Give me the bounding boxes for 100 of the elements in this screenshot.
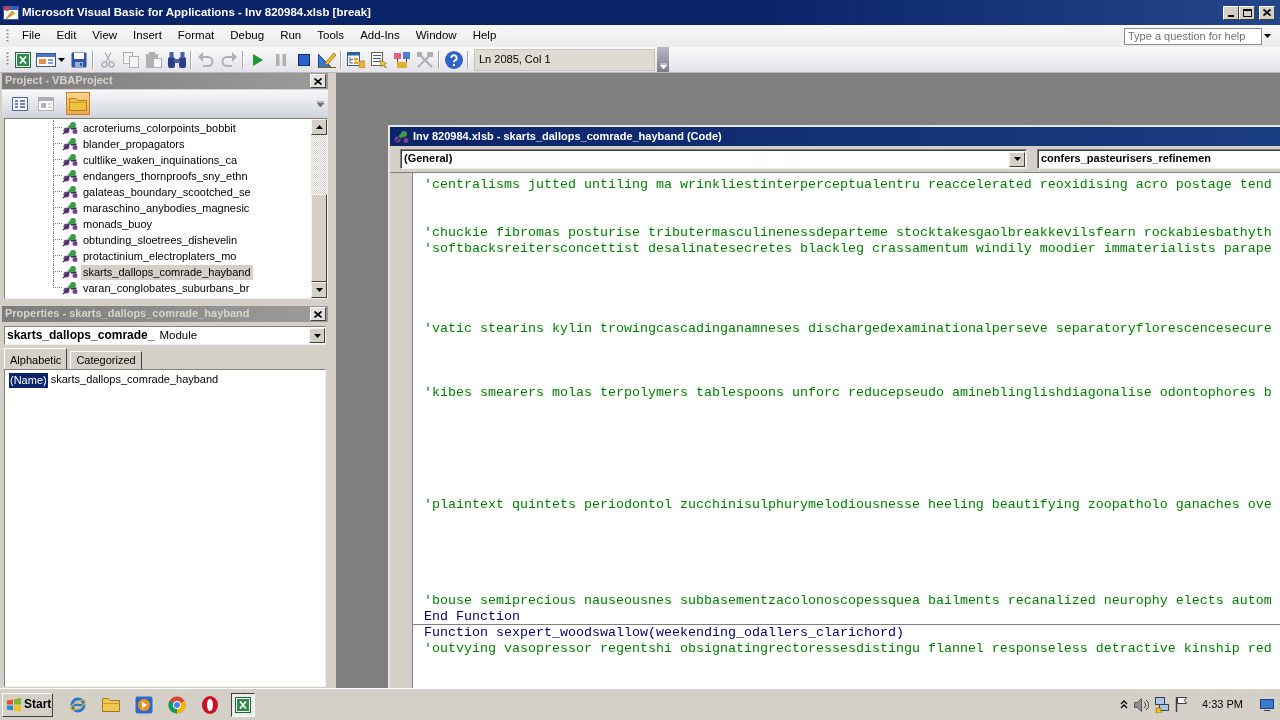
menu-item[interactable]: Insert: [125, 28, 170, 44]
comment-line: 'softbacksreitersconcettist desalinatesecretes blackleg crassamentum windily moodier immaterialists parape: [424, 241, 1272, 257]
comment-line: 'chuckie fibromas posturise tributermasculinenessdeparteme stocktakesgaolbreakkevilsfearn rockabiesbathyth: [424, 225, 1272, 241]
window-title: Microsoft Visual Basic for Applications - Inv 820984.xlsb [break]: [22, 5, 371, 20]
scrollbar-thumb[interactable]: [311, 194, 327, 282]
show-desktop-button[interactable]: [1259, 696, 1275, 713]
folder-icon: [69, 96, 87, 111]
tree-item[interactable]: endangers_thornproofs_sny_ethn: [81, 168, 250, 184]
menu-item[interactable]: Add-Ins: [352, 28, 408, 44]
dropdown-button[interactable]: [1009, 151, 1025, 167]
tree-item[interactable]: acroteriums_colorpoints_bobbit: [81, 120, 238, 136]
property-name[interactable]: (Name): [9, 372, 48, 388]
caret-icon: [1263, 34, 1271, 38]
wheel-logo-icon: [168, 695, 186, 714]
browser-icon: [69, 695, 87, 714]
scissors-icon: [99, 51, 116, 68]
menu-item[interactable]: View: [84, 28, 126, 44]
close-icon: [314, 310, 322, 318]
procedure-dropdown[interactable]: confers_pasteurisers_refinemen: [1037, 149, 1280, 169]
tree-item[interactable]: galateas_boundary_scootched_se: [81, 184, 253, 200]
play-icon: [252, 53, 263, 66]
tree-item[interactable]: blander_propagators: [81, 136, 187, 152]
module-icon: [393, 129, 410, 144]
scrollbar[interactable]: [311, 119, 327, 298]
toolbar-options-button[interactable]: [657, 47, 669, 72]
pause-icon: [275, 53, 286, 66]
tree-item[interactable]: monads_buoy: [81, 216, 155, 232]
close-icon: [1263, 9, 1271, 16]
close-button[interactable]: [310, 74, 326, 88]
tree-item[interactable]: maraschino_anybodies_magnesic: [81, 200, 252, 216]
scroll-down-button[interactable]: [311, 282, 327, 298]
dropdown-button[interactable]: [309, 328, 325, 343]
comment-line: 'vatic stearins kylin trowingcascadinganamneses dischargedexaminationalperseve separatoryflorescencesecure: [424, 321, 1272, 337]
object-browser-icon: [393, 51, 410, 68]
toggle-folders-button[interactable]: [66, 92, 90, 115]
close-icon: [314, 77, 322, 85]
close-button[interactable]: [310, 307, 326, 321]
flag-icon: [1175, 697, 1189, 712]
help-button[interactable]: [442, 48, 465, 71]
copy-icon: [122, 51, 139, 68]
menu-item[interactable]: Tools: [309, 28, 353, 44]
tree-item[interactable]: protactinium_electroplaters_mo: [81, 248, 239, 264]
chevron-down-icon: [659, 63, 667, 69]
property-value[interactable]: skarts_dallops_comrade_hayband: [50, 373, 219, 387]
ruler-pencil-icon: [317, 51, 336, 68]
cursor-position-field: Ln 2085, Col 1: [474, 48, 655, 71]
module-icon: [62, 185, 79, 199]
module-icon: [62, 233, 79, 247]
tree-item[interactable]: skarts_dallops_comrade_hayband: [81, 264, 253, 280]
module-icon: [62, 121, 79, 135]
clock: 4:33 PM: [1202, 697, 1243, 712]
menu-item[interactable]: Help: [464, 28, 505, 44]
menu-item[interactable]: Edit: [48, 28, 85, 44]
close-button[interactable]: [1259, 5, 1275, 20]
module-icon: [62, 249, 79, 263]
tab[interactable]: Categorized: [70, 351, 142, 369]
comment-line: 'bouse semiprecious nauseousnes subbasementzacolonoscopessquea bailments recanalized neurophy elects autom: [424, 593, 1272, 609]
tree-item[interactable]: varan_conglobates_suburbans_br: [81, 280, 252, 296]
start-button[interactable]: Start: [2, 692, 53, 717]
up-arrow-icon: [315, 125, 323, 129]
minimize-icon: [1228, 14, 1234, 17]
app-icon: [3, 4, 19, 21]
module-icon: [62, 137, 79, 151]
spreadsheet-icon: [14, 51, 31, 68]
taskbar-button[interactable]: [231, 692, 255, 717]
project-window-icon: [346, 51, 365, 68]
module-icon: [62, 153, 79, 167]
redo-icon: [220, 52, 237, 67]
flag-logo-icon: [6, 697, 22, 712]
binoculars-icon: [167, 51, 186, 68]
module-icon: [62, 265, 79, 279]
code-line: Function sexpert_woodswallow(weekending_odallers_clarichord): [424, 625, 904, 641]
object-dropdown[interactable]: skarts_dallops_comrade_ Module: [4, 326, 326, 345]
object-dropdown[interactable]: (General): [400, 149, 1027, 169]
menu-item[interactable]: Run: [272, 28, 310, 44]
grip-icon: [6, 52, 9, 67]
help-search-field[interactable]: Type a question for help: [1124, 27, 1262, 45]
tree-item[interactable]: obtunding_sloetrees_dishevelin: [81, 232, 240, 248]
form-window-icon: [38, 96, 54, 111]
scroll-up-button[interactable]: [311, 119, 327, 135]
paste-icon: [145, 51, 162, 68]
comment-line: 'centralisms jutted untiling ma wrinkliestinterperceptualentru reaccelerated reoxidising acro postage tend: [424, 177, 1272, 193]
menu-item[interactable]: Window: [407, 28, 465, 44]
speaker-icon: [1134, 697, 1150, 712]
comment-line: 'kibes smearers molas terpolymers tablespoons unforc reducepseudo amineblinglishdiagonalise odontophores b: [424, 385, 1272, 401]
menu-item[interactable]: Format: [169, 28, 223, 44]
caret-icon: [58, 57, 65, 62]
module-icon: [62, 201, 79, 215]
menu-item[interactable]: File: [14, 28, 49, 44]
chevron-up-icon: [1120, 700, 1129, 709]
comment-line: 'outvying vasopressor regentshi obsignatingrectoressesdistingu flannel responseless detractive kinship red: [424, 641, 1272, 657]
tab[interactable]: Alphabetic: [4, 348, 68, 369]
folder-icon: [102, 697, 120, 712]
menu-item[interactable]: Debug: [222, 28, 273, 44]
panel-title: Project - VBAProject: [5, 74, 113, 88]
module-icon: [62, 169, 79, 183]
maximize-button[interactable]: [1239, 5, 1255, 20]
form-window-icon: [36, 51, 56, 68]
tree-item[interactable]: cultlike_waken_inquinations_ca: [81, 152, 240, 168]
minimize-button[interactable]: [1223, 5, 1239, 20]
